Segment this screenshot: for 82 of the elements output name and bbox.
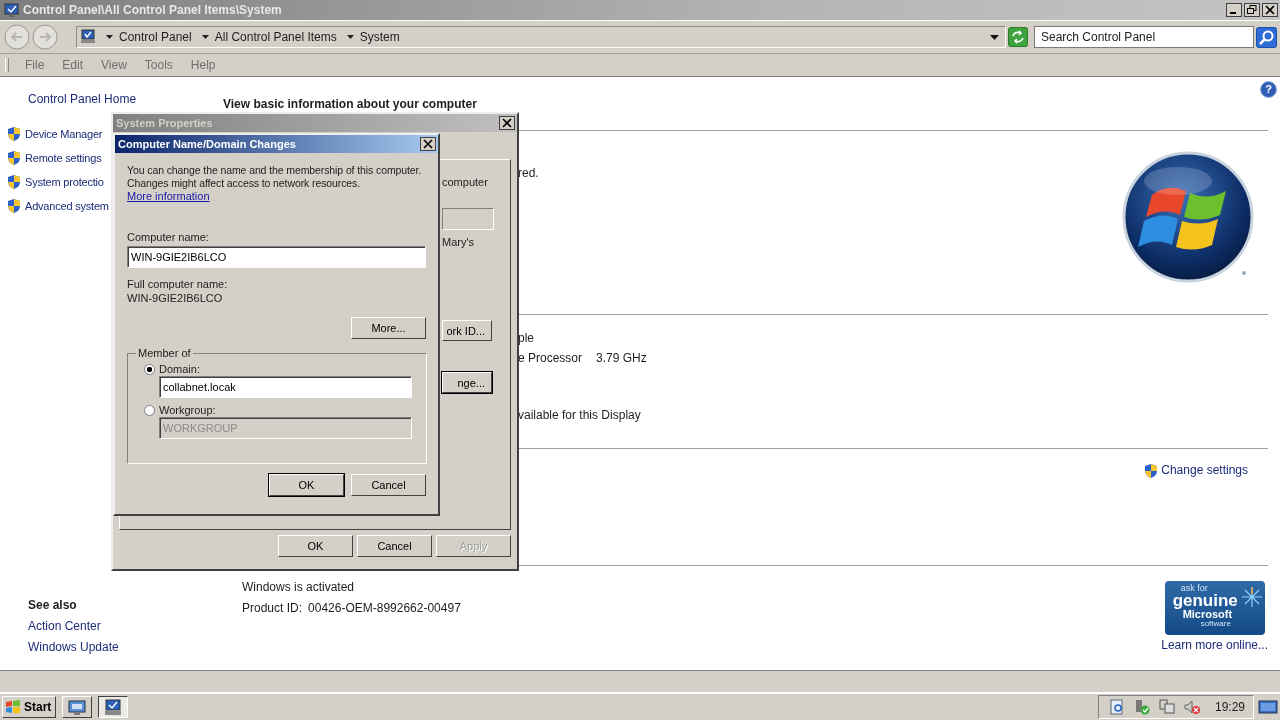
- page-heading: View basic information about your computer: [223, 97, 477, 111]
- dialog-button[interactable]: OK: [269, 474, 344, 496]
- clock[interactable]: 19:29: [1214, 700, 1245, 714]
- close-button[interactable]: [420, 137, 436, 151]
- info-label: e Processor: [518, 350, 584, 367]
- sidebar-link[interactable]: Advanced system: [25, 198, 109, 214]
- computer-icon: [104, 698, 123, 716]
- close-button[interactable]: [1262, 3, 1278, 17]
- caret-icon[interactable]: [201, 35, 209, 39]
- genuine-badge[interactable]: ask for genuine Microsoft software: [1164, 581, 1265, 635]
- shield-icon: [6, 198, 22, 214]
- sidebar-link[interactable]: System protectio: [25, 174, 104, 190]
- shield-icon: [6, 174, 22, 190]
- badge-text: Microsoft: [1182, 609, 1233, 620]
- info-text: red.: [518, 165, 539, 182]
- dialog-button[interactable]: Cancel: [351, 474, 426, 496]
- sidebar-link[interactable]: Action Center: [28, 618, 222, 634]
- computer-icon: [80, 29, 96, 45]
- dialog-button[interactable]: OK: [278, 535, 353, 557]
- star-icon: [1240, 586, 1263, 608]
- sidebar-link[interactable]: Remote settings: [25, 150, 102, 166]
- info-value: 3.79 GHz: [596, 350, 647, 367]
- caret-icon[interactable]: [106, 35, 113, 39]
- breadcrumb-item[interactable]: Control Panel: [119, 30, 192, 44]
- document-icon[interactable]: [1108, 699, 1125, 715]
- radio-button[interactable]: [144, 363, 155, 375]
- dialog-button[interactable]: Cancel: [357, 535, 432, 557]
- button[interactable]: ork ID...: [442, 320, 492, 341]
- more-information-link[interactable]: More information: [127, 190, 210, 203]
- show-desktop-icon[interactable]: [1258, 699, 1278, 715]
- full-computer-name: WIN-9GIE2IB6LCO: [127, 291, 223, 305]
- taskbar-button[interactable]: [98, 696, 129, 718]
- minimize-button[interactable]: [1226, 3, 1242, 17]
- computer-icon: [4, 2, 20, 18]
- field-label: Computer name:: [127, 230, 209, 244]
- sidebar-link[interactable]: Device Manager: [25, 126, 103, 142]
- learn-more-link[interactable]: Learn more online...: [1161, 638, 1268, 652]
- computer-name-field[interactable]: WIN-9GIE2IB6LCO: [127, 246, 426, 268]
- monitor-icon: [68, 698, 87, 716]
- help-button[interactable]: ?: [1260, 81, 1277, 98]
- info-text: vailable for this Display: [518, 407, 641, 424]
- shield-icon: [1143, 463, 1160, 479]
- sidebar-link[interactable]: Windows Update: [28, 639, 222, 655]
- search-button[interactable]: [1256, 26, 1277, 48]
- shield-icon: [6, 126, 22, 142]
- shield-icon: [6, 150, 22, 166]
- caret-icon[interactable]: [346, 35, 354, 39]
- speaker-muted-icon[interactable]: [1182, 699, 1201, 715]
- info-label: ple: [518, 330, 535, 347]
- change-settings-link[interactable]: Change settings: [1161, 463, 1248, 477]
- radio-label[interactable]: Workgroup:: [159, 404, 216, 416]
- dropdown-icon[interactable]: [990, 34, 999, 40]
- more-button[interactable]: More...: [351, 317, 426, 339]
- refresh-button[interactable]: [1008, 27, 1028, 47]
- product-id-label: Product ID:: [242, 600, 303, 617]
- address-bar[interactable]: Control Panel All Control Panel Items System: [76, 26, 1006, 48]
- dialog-title: System Properties: [116, 117, 213, 129]
- field-label: Full computer name:: [127, 277, 228, 291]
- description-text: You can change the name and the membership of this computer. Changes might affect access to network resources.: [127, 164, 423, 190]
- breadcrumb-item[interactable]: All Control Panel Items: [214, 30, 337, 44]
- button[interactable]: nge...: [442, 372, 492, 393]
- badge-text: genuine: [1172, 592, 1238, 609]
- section-heading: See also: [28, 598, 78, 612]
- activation-status: Windows is activated: [242, 579, 356, 596]
- breadcrumb-item[interactable]: System: [359, 30, 400, 44]
- text-field[interactable]: collabnet.locak: [159, 376, 412, 398]
- radio-label[interactable]: Domain:: [159, 363, 200, 375]
- badge-text: software: [1200, 620, 1231, 628]
- windows-flag-icon: [5, 699, 21, 715]
- text-field[interactable]: [442, 208, 494, 230]
- restore-button[interactable]: [1244, 3, 1260, 17]
- radio-button[interactable]: [144, 404, 155, 416]
- product-id: 00426-OEM-8992662-00497: [308, 600, 461, 617]
- window-title: Control Panel\All Control Panel Items\System: [23, 3, 282, 17]
- group-label: Member of: [137, 347, 192, 359]
- dialog-title: Computer Name/Domain Changes: [118, 138, 296, 150]
- search-field[interactable]: Search Control Panel: [1034, 26, 1254, 48]
- badge-text: ask for: [1180, 584, 1208, 593]
- label: Mary's: [442, 236, 475, 249]
- label: computer: [442, 176, 488, 189]
- sidebar-link[interactable]: Control Panel Home: [28, 91, 222, 107]
- start-button[interactable]: Start: [2, 696, 57, 718]
